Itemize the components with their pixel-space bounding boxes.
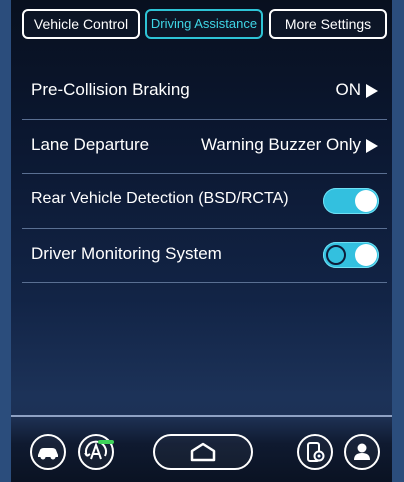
tab-vehicle-control[interactable]: Vehicle Control <box>22 9 140 39</box>
phone-settings-icon <box>307 442 325 462</box>
home-button[interactable] <box>153 434 253 470</box>
setting-row-lane-departure[interactable]: Lane Departure Warning Buzzer Only <box>22 118 387 174</box>
toggle-knob <box>355 190 377 212</box>
divider <box>22 282 387 283</box>
setting-label: Lane Departure <box>31 135 150 154</box>
setting-row-driver-monitoring: Driver Monitoring System <box>22 227 387 283</box>
user-icon <box>354 443 370 460</box>
setting-label: Rear Vehicle Detection (BSD/RCTA) <box>31 190 289 207</box>
tab-driving-assistance[interactable]: Driving Assistance <box>145 9 263 39</box>
car-button[interactable] <box>30 434 66 470</box>
setting-value: Warning Buzzer Only <box>201 135 361 154</box>
toggle-knob <box>355 244 377 266</box>
setting-row-rear-vehicle-detection: Rear Vehicle Detection (BSD/RCTA) <box>22 173 387 229</box>
phone-settings-button[interactable] <box>297 434 333 470</box>
setting-label: Pre-Collision Braking <box>31 80 190 99</box>
screen: Vehicle Control Driving Assistance More … <box>11 0 392 482</box>
rear-vehicle-detection-toggle[interactable] <box>323 188 379 214</box>
tab-bar: Vehicle Control Driving Assistance More … <box>22 9 387 41</box>
car-icon <box>38 448 58 460</box>
tab-more-settings[interactable]: More Settings <box>269 9 387 39</box>
home-icon <box>190 442 216 462</box>
toggle-ring <box>326 245 346 265</box>
driver-monitoring-toggle[interactable] <box>323 242 379 268</box>
bottom-navigation-bar <box>11 415 392 482</box>
user-profile-button[interactable] <box>344 434 380 470</box>
arrow-right-icon <box>366 139 378 153</box>
setting-value: ON <box>335 80 362 99</box>
setting-label: Driver Monitoring System <box>31 244 222 263</box>
arrow-right-icon <box>366 84 378 98</box>
setting-row-pre-collision-braking[interactable]: Pre-Collision Braking ON <box>22 63 387 119</box>
auto-mode-indicator <box>98 440 114 444</box>
